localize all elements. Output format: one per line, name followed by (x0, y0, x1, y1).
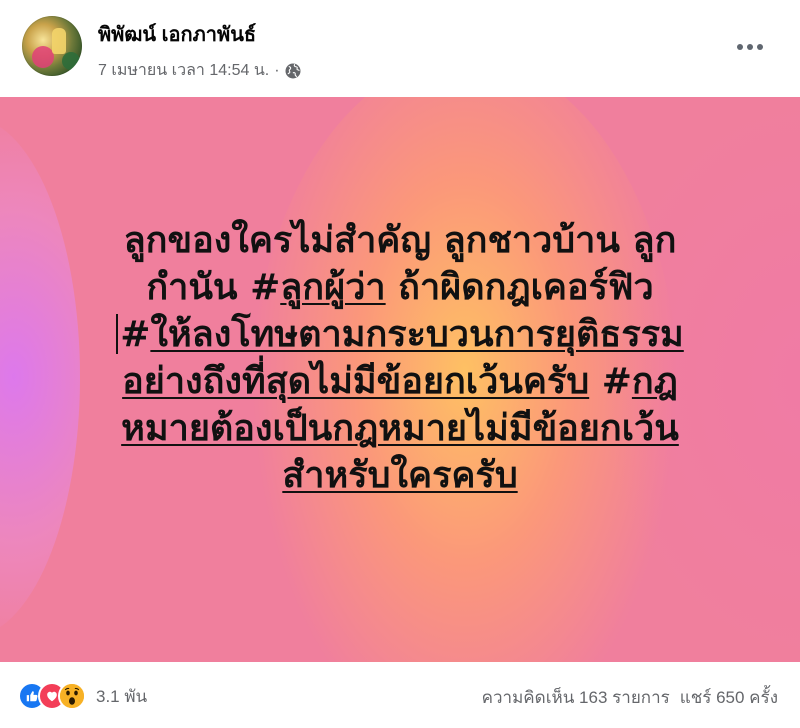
text-segment: # (120, 314, 151, 355)
post-text-line: อย่างถึงที่สุดไม่มีข้อยกเว้นครับ #กฎ (40, 358, 760, 405)
facebook-post: พิพัฒน์ เอกภาพันธ์ 7 เมษายน เวลา 14:54 น… (0, 0, 800, 728)
avatar-detail (32, 46, 54, 68)
more-horizontal-icon (757, 44, 763, 50)
post-text-line: หมายต้องเป็นกฎหมายไม่มีข้อยกเว้น (40, 405, 760, 452)
hashtag-link[interactable]: สำหรับใครครับ (282, 455, 517, 496)
author-avatar[interactable] (22, 16, 82, 76)
hashtag-link[interactable]: กฎ (632, 361, 678, 402)
hashtag-link[interactable]: อย่างถึงที่สุดไม่มีข้อยกเว้นครับ (122, 361, 589, 402)
wow-icon (58, 682, 86, 710)
hashtag-link[interactable]: หมายต้องเป็นกฎหมายไม่มีข้อยกเว้น (121, 408, 679, 449)
reactions-summary[interactable]: 3.1 พัน (18, 682, 147, 710)
post-text: ลูกของใครไม่สำคัญ ลูกชาวบ้าน ลูก กำนัน #… (40, 217, 760, 499)
reaction-count[interactable]: 3.1 พัน (96, 683, 147, 710)
post-text-line: สำหรับใครครับ (40, 452, 760, 499)
text-segment: # (589, 361, 632, 402)
post-text-line: กำนัน #ลูกผู้ว่า ถ้าผิดกฎเคอร์ฟิว (40, 264, 760, 311)
post-text-line: ลูกของใครไม่สำคัญ ลูกชาวบ้าน ลูก (40, 217, 760, 264)
meta-separator: · (274, 61, 280, 79)
avatar-detail (62, 52, 80, 70)
text-segment: กำนัน # (146, 267, 281, 308)
hashtag-link[interactable]: ลูกผู้ว่า (280, 267, 385, 308)
engagement-stats: ความคิดเห็น 163 รายการ แชร์ 650 ครั้ง (482, 684, 778, 711)
text-segment: ลูกของใครไม่สำคัญ ลูกชาวบ้าน ลูก (123, 220, 677, 261)
post-meta: 7 เมษายน เวลา 14:54 น. · (98, 58, 301, 83)
text-cursor (116, 314, 119, 354)
hashtag-link[interactable]: ให้ลงโทษตามกระบวนการยุติธรรม (150, 314, 683, 355)
post-footer: 3.1 พัน ความคิดเห็น 163 รายการ แชร์ 650 … (0, 662, 800, 728)
more-horizontal-icon (747, 44, 753, 50)
comment-count[interactable]: ความคิดเห็น 163 รายการ (482, 684, 670, 711)
globe-icon[interactable] (285, 63, 301, 79)
post-timestamp[interactable]: 7 เมษายน เวลา 14:54 น. (98, 58, 269, 83)
more-horizontal-icon (737, 44, 743, 50)
more-options-button[interactable] (730, 30, 770, 64)
text-segment: ถ้าผิดกฎเคอร์ฟิว (385, 267, 654, 308)
avatar-detail (52, 28, 66, 54)
author-name[interactable]: พิพัฒน์ เอกภาพันธ์ (98, 18, 256, 50)
post-image[interactable]: ลูกของใครไม่สำคัญ ลูกชาวบ้าน ลูก กำนัน #… (0, 97, 800, 662)
post-text-line: #ให้ลงโทษตามกระบวนการยุติธรรม (40, 311, 760, 358)
share-count[interactable]: แชร์ 650 ครั้ง (680, 684, 778, 711)
post-header: พิพัฒน์ เอกภาพันธ์ 7 เมษายน เวลา 14:54 น… (0, 0, 800, 97)
